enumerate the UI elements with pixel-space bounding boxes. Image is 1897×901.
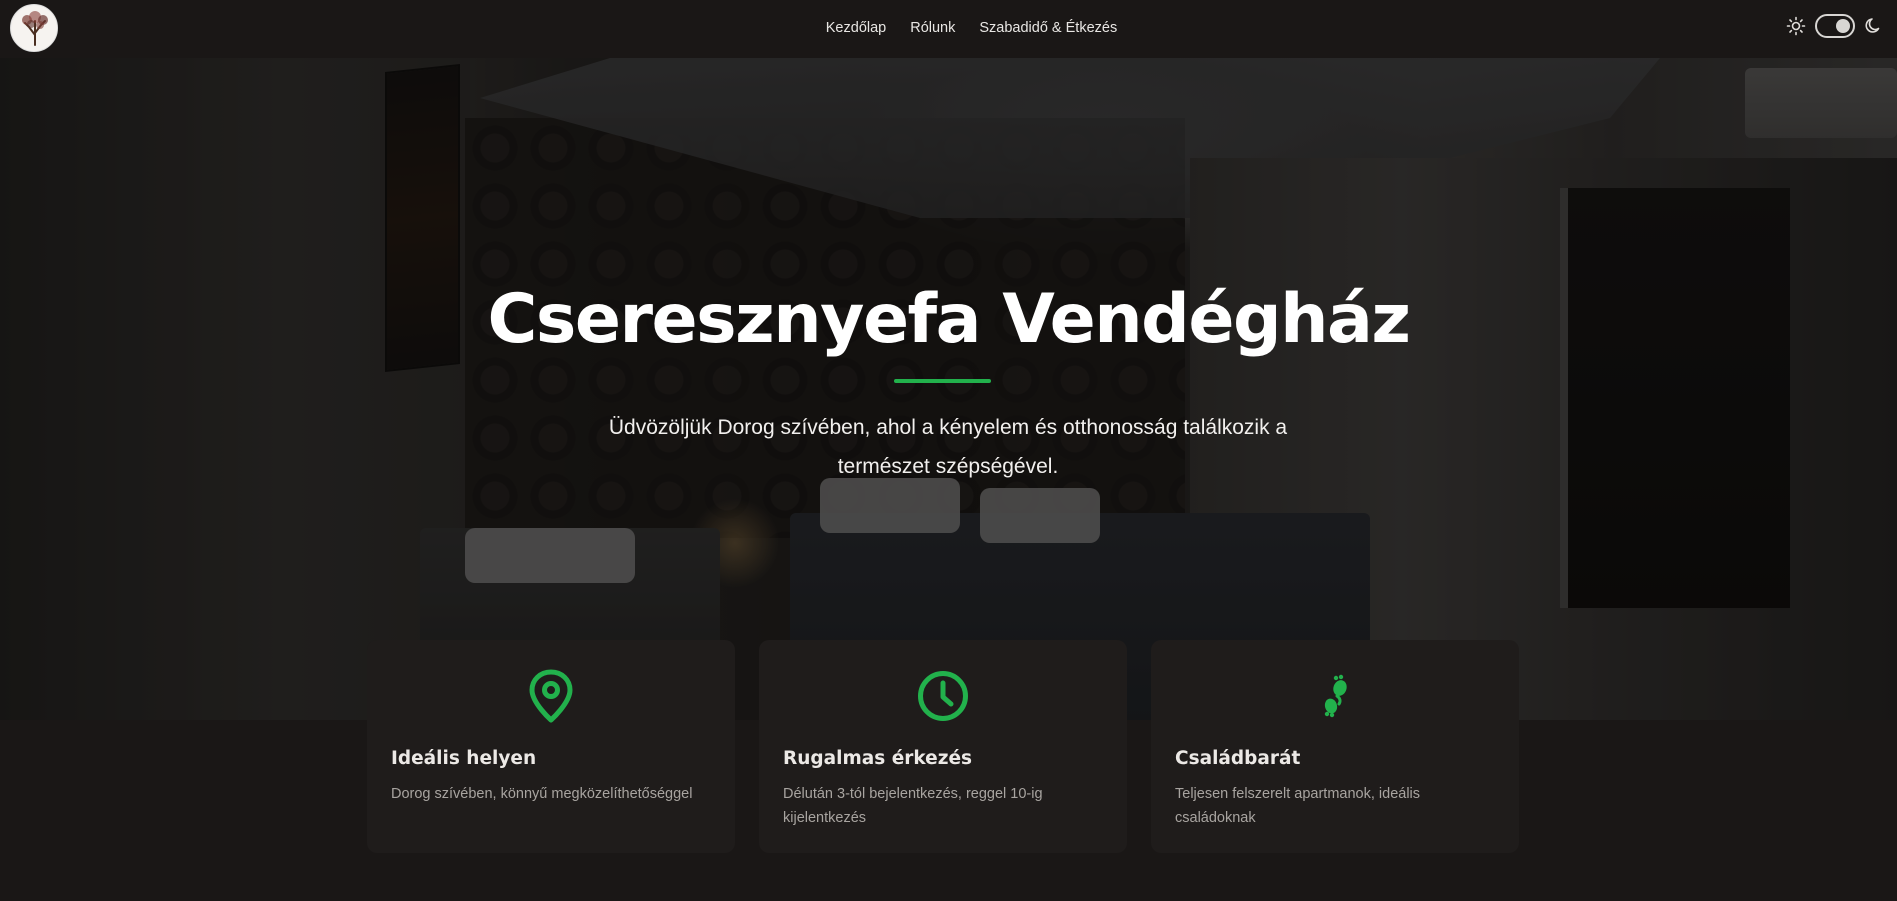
theme-switcher [1785, 12, 1885, 40]
map-pin-icon [529, 669, 573, 723]
page: Kezdőlap Rólunk Szabadidő & Étkezés Cser… [0, 0, 1897, 901]
feature-title: Ideális helyen [391, 748, 537, 769]
feature-description: Délután 3-tól bejelentkezés, reggel 10-i… [783, 786, 1043, 826]
hero-subtitle: Üdvözöljük Dorog szívében, ahol a kényel… [608, 416, 1288, 478]
feature-card-family: Családbarát Teljesen felszerelt apartman… [1151, 640, 1519, 853]
main-nav: Kezdőlap Rólunk Szabadidő & Étkezés [0, 0, 1897, 56]
toggle-knob [1836, 19, 1850, 33]
clock-icon [918, 671, 968, 721]
navbar: Kezdőlap Rólunk Szabadidő & Étkezés [0, 0, 1897, 58]
moon-icon[interactable] [1863, 15, 1885, 37]
hero-title: Cseresznyefa Vendégház [487, 280, 1412, 359]
feature-card-arrival: Rugalmas érkezés Délután 3-tól bejelentk… [759, 640, 1127, 853]
nav-link-about[interactable]: Rólunk [910, 20, 955, 36]
nav-link-home[interactable]: Kezdőlap [826, 20, 886, 36]
sun-icon[interactable] [1785, 15, 1807, 37]
features-section: Ideális helyen Dorog szívében, könnyű me… [367, 640, 1519, 853]
hero-dark-overlay [0, 58, 1897, 720]
feature-card-location: Ideális helyen Dorog szívében, könnyű me… [367, 640, 735, 853]
hero-divider [894, 379, 991, 383]
hero-section: Cseresznyefa Vendégház Üdvözöljük Dorog … [0, 58, 1897, 720]
theme-toggle[interactable] [1815, 14, 1855, 38]
nav-link-leisure-dining[interactable]: Szabadidő & Étkezés [979, 20, 1117, 36]
feature-description: Teljesen felszerelt apartmanok, ideális … [1175, 786, 1421, 826]
feature-title: Családbarát [1175, 748, 1301, 769]
baby-footprints-icon [1324, 674, 1347, 718]
feature-title: Rugalmas érkezés [783, 748, 973, 769]
feature-description: Dorog szívében, könnyű megközelíthetőség… [391, 786, 693, 802]
